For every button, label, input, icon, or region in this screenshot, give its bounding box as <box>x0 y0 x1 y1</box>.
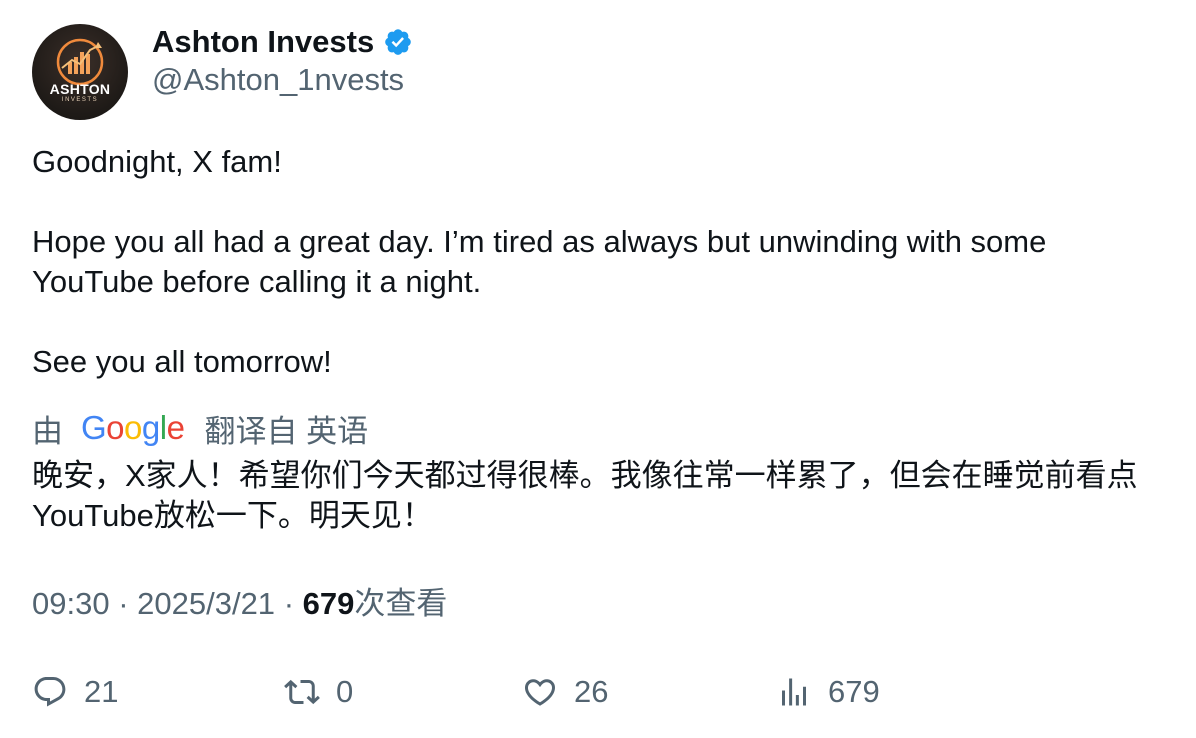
reply-button[interactable]: 21 <box>32 670 118 714</box>
like-button[interactable]: 26 <box>522 670 608 714</box>
avatar-brand-text: ASHTON <box>49 81 111 97</box>
repost-button[interactable]: 0 <box>284 670 353 714</box>
repost-icon <box>284 679 320 705</box>
tweet-text: Goodnight, X fam! Hope you all had a gre… <box>32 142 1162 382</box>
analytics-icon <box>782 678 806 706</box>
avatar-brand-subtext: INVESTS <box>61 97 99 103</box>
verified-badge-icon[interactable] <box>383 27 413 57</box>
reply-icon <box>34 677 66 707</box>
translation-prefix: 由 <box>32 413 63 449</box>
translation-attribution: 由 Google 翻译自 英语 <box>32 406 368 450</box>
views-button[interactable]: 679 <box>776 670 880 714</box>
chart-logo-icon <box>56 38 104 86</box>
translated-text: 晚安，X家人！希望你们今天都过得很棒。我像往常一样累了，但会在睡觉前看点YouT… <box>32 458 1138 533</box>
tweet-time[interactable]: 09:30 <box>32 586 110 621</box>
tweet-paragraph: See you all tomorrow! <box>32 344 332 379</box>
meta-separator: · <box>118 586 138 621</box>
tweet-meta: 09:30 · 2025/3/21 · 679次查看 <box>32 584 447 624</box>
avatar[interactable]: ASHTON INVESTS <box>32 24 128 120</box>
views-stat-count: 679 <box>828 674 880 709</box>
author-name-row: Ashton Invests <box>152 22 413 62</box>
author-handle[interactable]: @Ashton_1nvests <box>152 62 404 98</box>
meta-separator: · <box>283 586 303 621</box>
translation-suffix: 翻译自 英语 <box>204 413 369 449</box>
views-count: 679 <box>302 586 355 621</box>
views-label: 次查看 <box>354 586 448 621</box>
reply-count: 21 <box>84 674 119 709</box>
tweet-paragraph: Hope you all had a great day. I’m tired … <box>32 224 1047 299</box>
tweet-paragraph: Goodnight, X fam! <box>32 144 282 179</box>
action-bar: 21 0 26 679 <box>32 670 1172 714</box>
display-name[interactable]: Ashton Invests <box>152 24 374 60</box>
google-logo[interactable]: Google <box>81 409 185 447</box>
heart-icon <box>524 679 556 706</box>
tweet-date[interactable]: 2025/3/21 <box>137 586 275 621</box>
like-count: 26 <box>574 674 609 709</box>
repost-count: 0 <box>336 674 354 709</box>
